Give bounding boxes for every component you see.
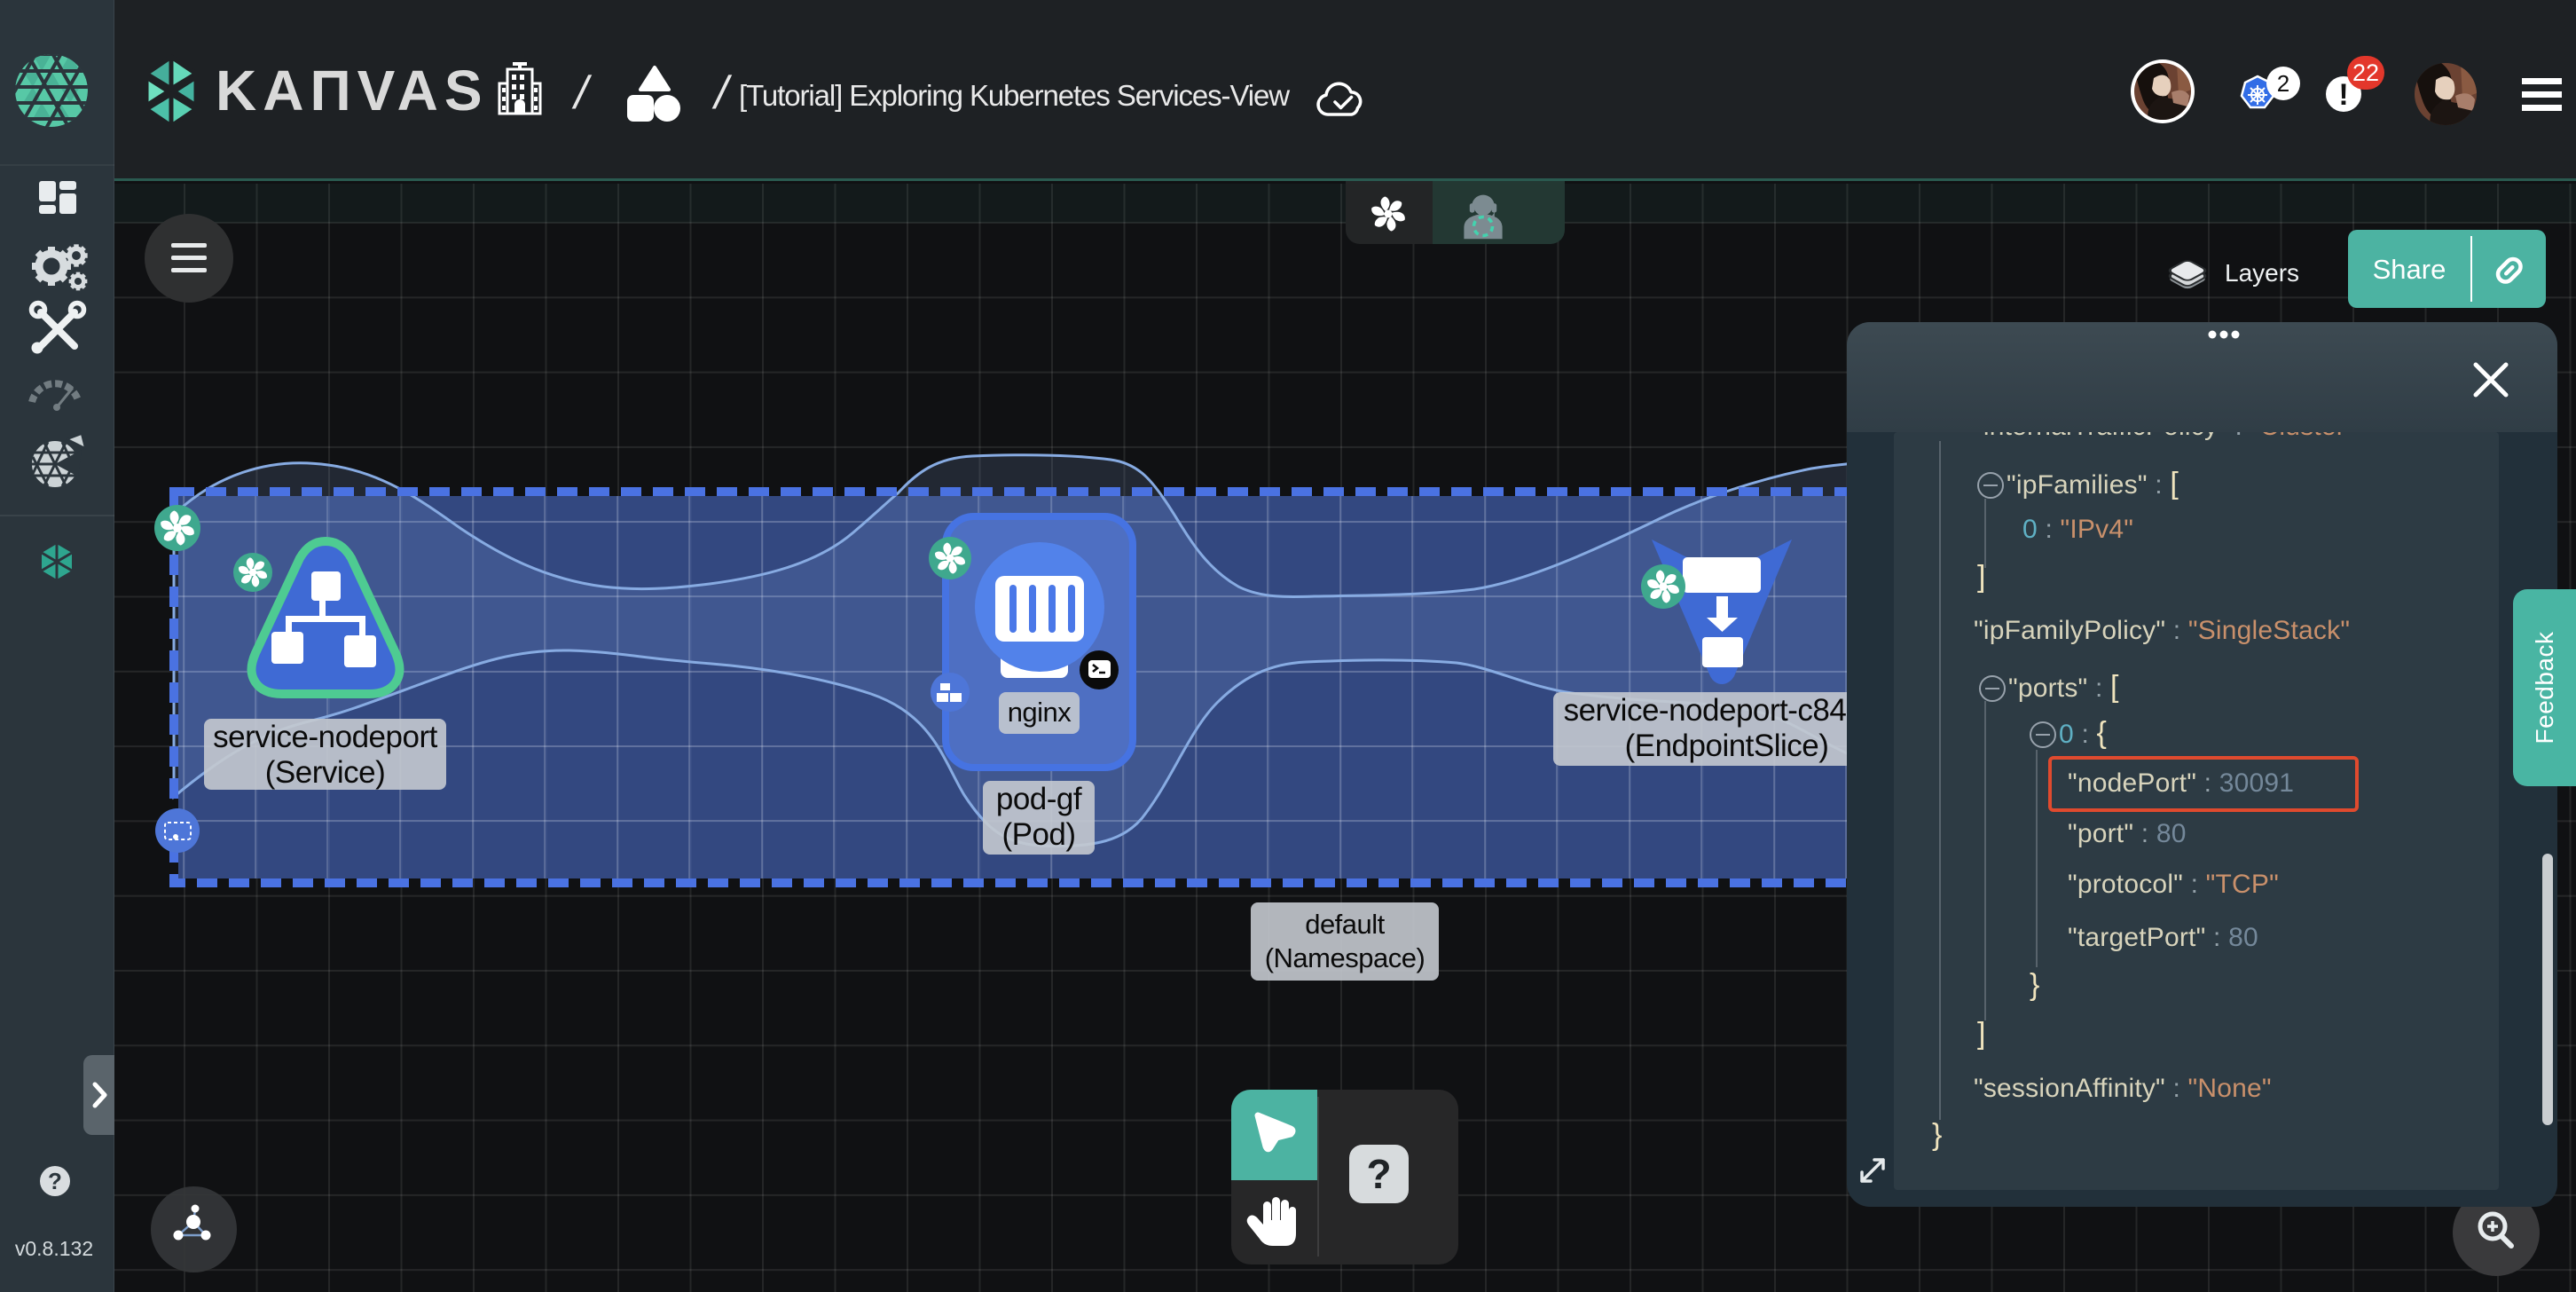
svg-text:KAΠVAS: KAΠVAS [216, 59, 489, 122]
svg-text:2: 2 [2277, 70, 2289, 97]
svg-text:[Tutorial] Exploring Kubernete: [Tutorial] Exploring Kubernetes Services… [739, 79, 1290, 112]
svg-text:/: / [710, 67, 734, 119]
svg-text:22: 22 [2352, 59, 2379, 86]
svg-text:!: ! [2338, 78, 2348, 112]
svg-text:/: / [569, 67, 593, 119]
